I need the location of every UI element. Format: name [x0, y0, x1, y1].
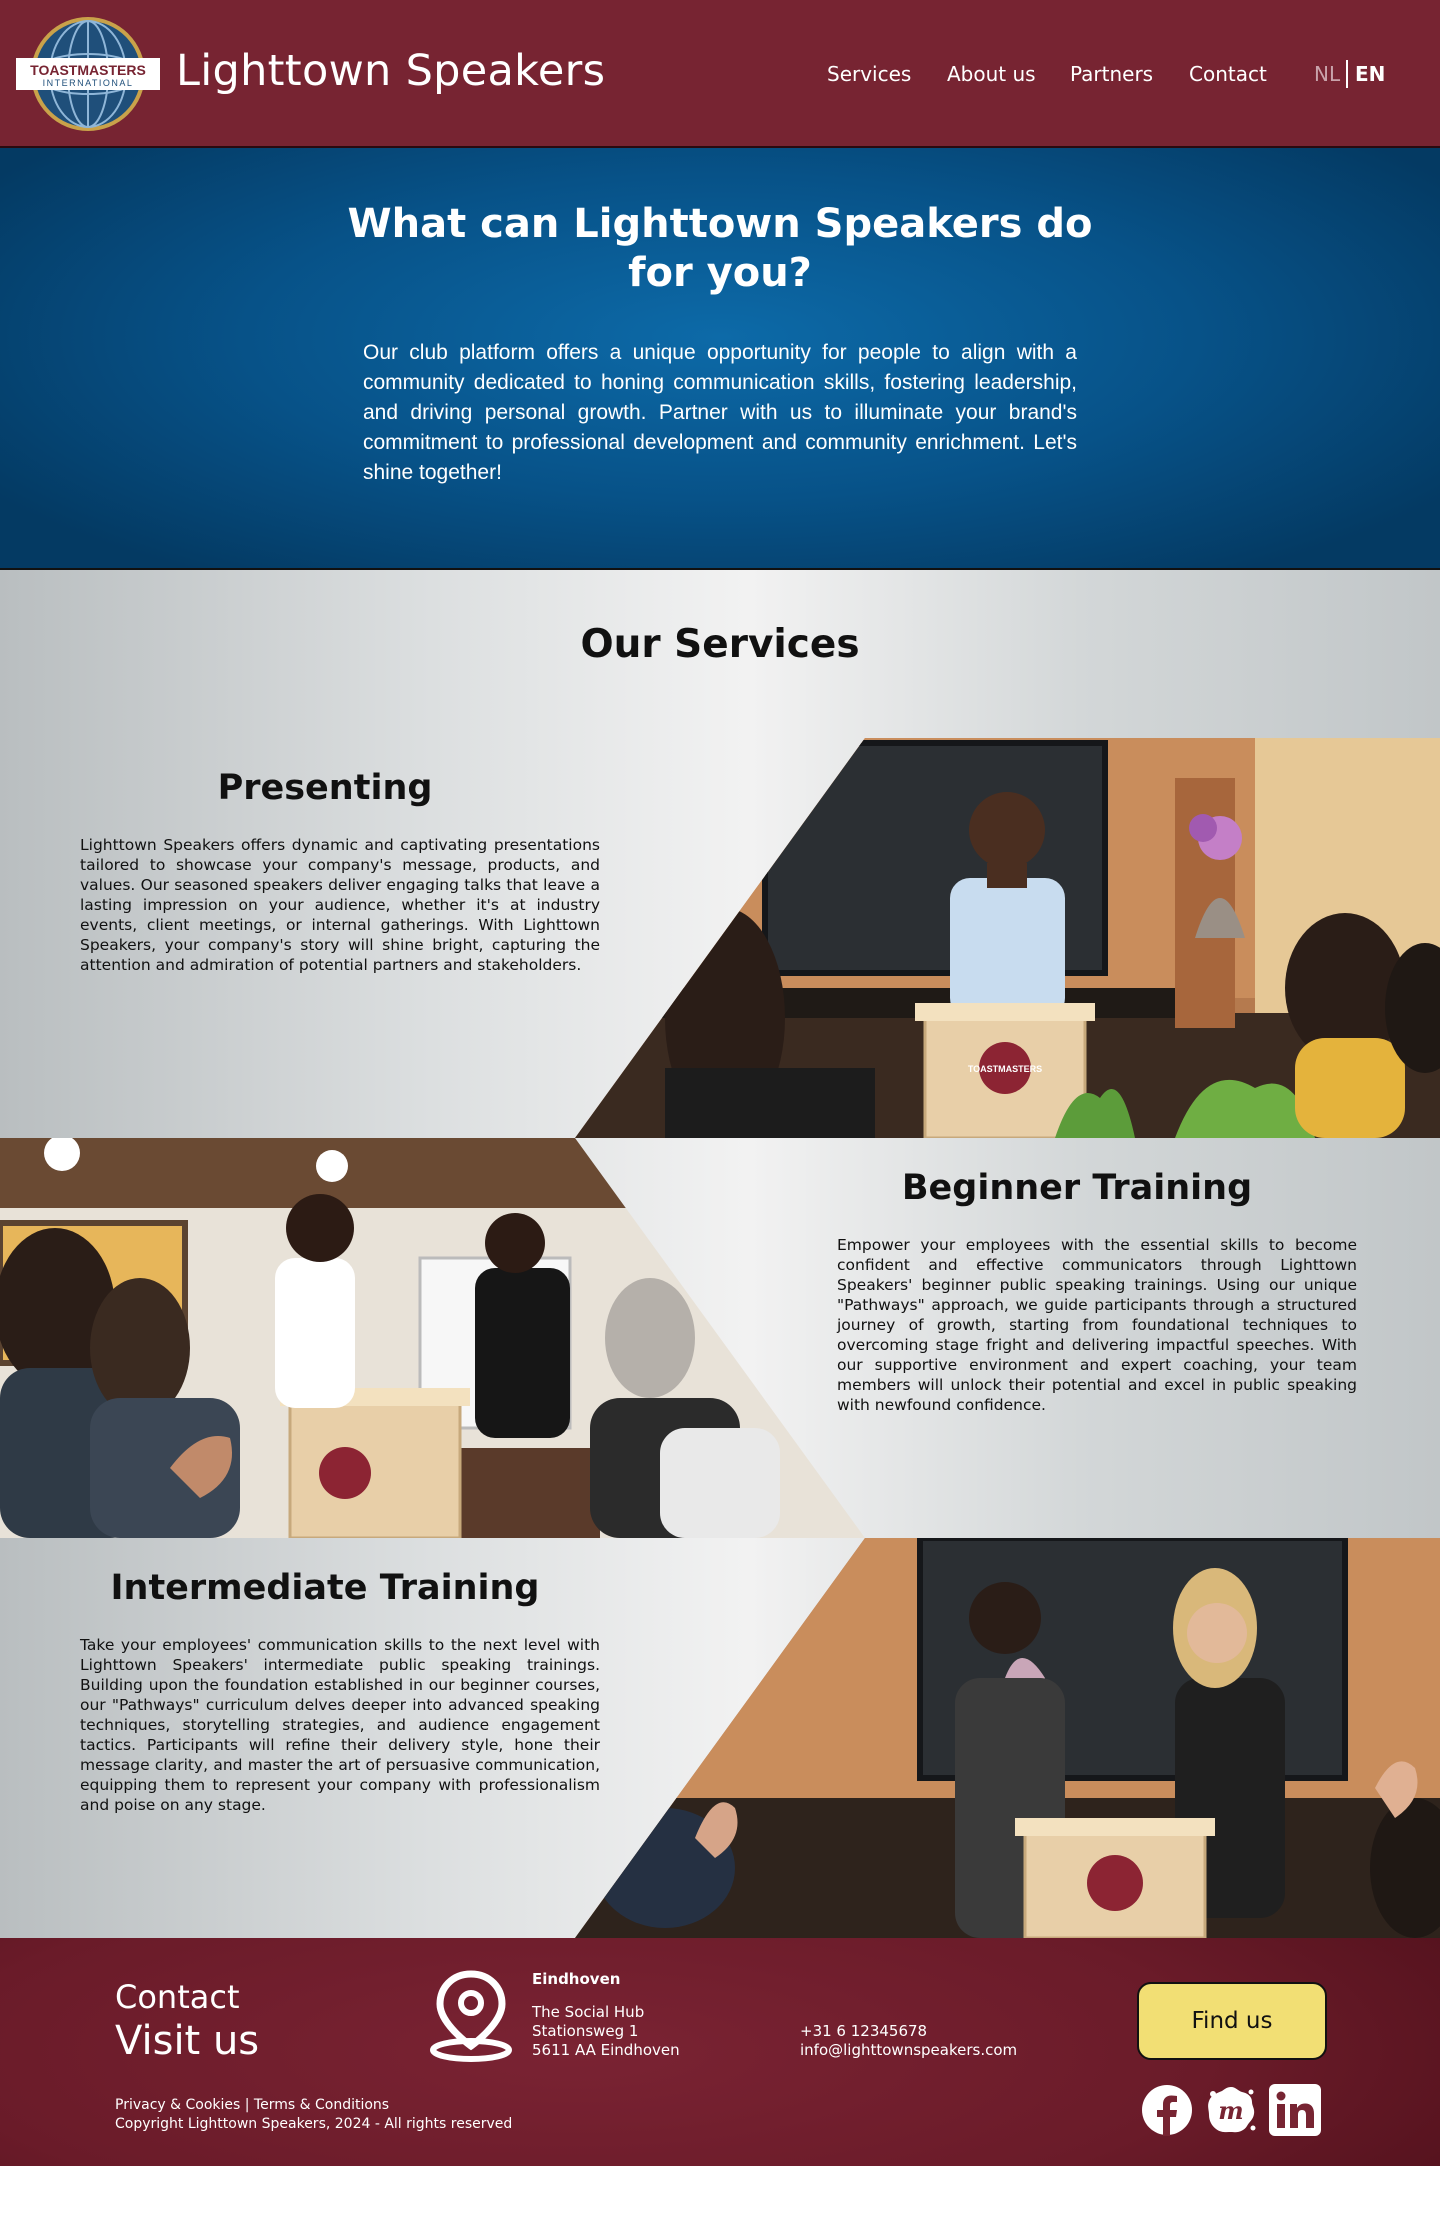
footer-visit-heading: Visit us	[115, 2018, 260, 2064]
nav-contact[interactable]: Contact	[1189, 62, 1267, 86]
nav-partners[interactable]: Partners	[1070, 62, 1153, 86]
footer-address-line-2: Stationsweg 1	[532, 2022, 639, 2040]
lang-nl[interactable]: NL	[1314, 62, 1340, 86]
toastmasters-logo[interactable]: TOASTMASTERS INTERNATIONAL	[16, 14, 160, 134]
footer-legal-links[interactable]: Privacy & Cookies | Terms & Conditions	[115, 2097, 389, 2113]
meetup-icon[interactable]: m	[1205, 2084, 1257, 2136]
location-pin-icon	[430, 1970, 512, 2062]
site-footer: Contact Visit us Eindhoven The Social Hu…	[0, 1938, 1440, 2166]
logo-text-bottom: INTERNATIONAL	[43, 78, 134, 88]
lectern-label: TOASTMASTERS	[968, 1064, 1042, 1074]
site-title[interactable]: Lighttown Speakers	[176, 46, 605, 96]
nav-services[interactable]: Services	[827, 62, 911, 86]
footer-email[interactable]: info@lighttownspeakers.com	[800, 2041, 1017, 2059]
service-title-intermediate-training: Intermediate Training	[110, 1568, 540, 1608]
service-text-intermediate-training: Take your employees' communication skill…	[80, 1636, 600, 1814]
service-title-presenting: Presenting	[217, 768, 433, 808]
hero-section: What can Lighttown Speakers do for you? …	[0, 148, 1440, 570]
service-title-beginner-training: Beginner Training	[901, 1168, 1253, 1208]
presenting-photo: TOASTMASTERS	[575, 738, 1440, 1138]
services-title: Our Services	[580, 622, 860, 667]
logo-text-top: TOASTMASTERS	[30, 62, 146, 78]
linkedin-icon[interactable]	[1269, 2084, 1321, 2136]
svg-text:m: m	[1218, 2096, 1243, 2125]
footer-address-line-1: The Social Hub	[532, 2003, 645, 2021]
service-text-presenting: Lighttown Speakers offers dynamic and ca…	[80, 836, 600, 974]
beginner-training-photo	[0, 1138, 865, 1538]
footer-copyright: Copyright Lighttown Speakers, 2024 - All…	[115, 2116, 513, 2132]
footer-address-line-3: 5611 AA Eindhoven	[532, 2041, 680, 2059]
footer-city: Eindhoven	[532, 1970, 621, 1988]
site-header: TOASTMASTERS INTERNATIONAL Lighttown Spe…	[0, 0, 1440, 148]
hero-title: What can Lighttown Speakers do for you?	[347, 201, 1093, 296]
nav-about-us[interactable]: About us	[947, 62, 1036, 86]
find-us-button[interactable]: Find us	[1137, 1982, 1327, 2060]
intermediate-training-photo	[575, 1538, 1440, 1938]
footer-contact-heading: Contact	[115, 1978, 240, 2016]
services-section: Our Services Presenting Lighttown Speake…	[0, 570, 1440, 1938]
lang-en[interactable]: EN	[1355, 62, 1385, 86]
facebook-icon[interactable]	[1141, 2084, 1193, 2136]
service-text-beginner-training: Empower your employees with the essentia…	[837, 1236, 1357, 1414]
footer-phone[interactable]: +31 6 12345678	[800, 2022, 927, 2040]
hero-text: Our club platform offers a unique opport…	[363, 341, 1077, 484]
lang-divider	[1346, 60, 1348, 88]
